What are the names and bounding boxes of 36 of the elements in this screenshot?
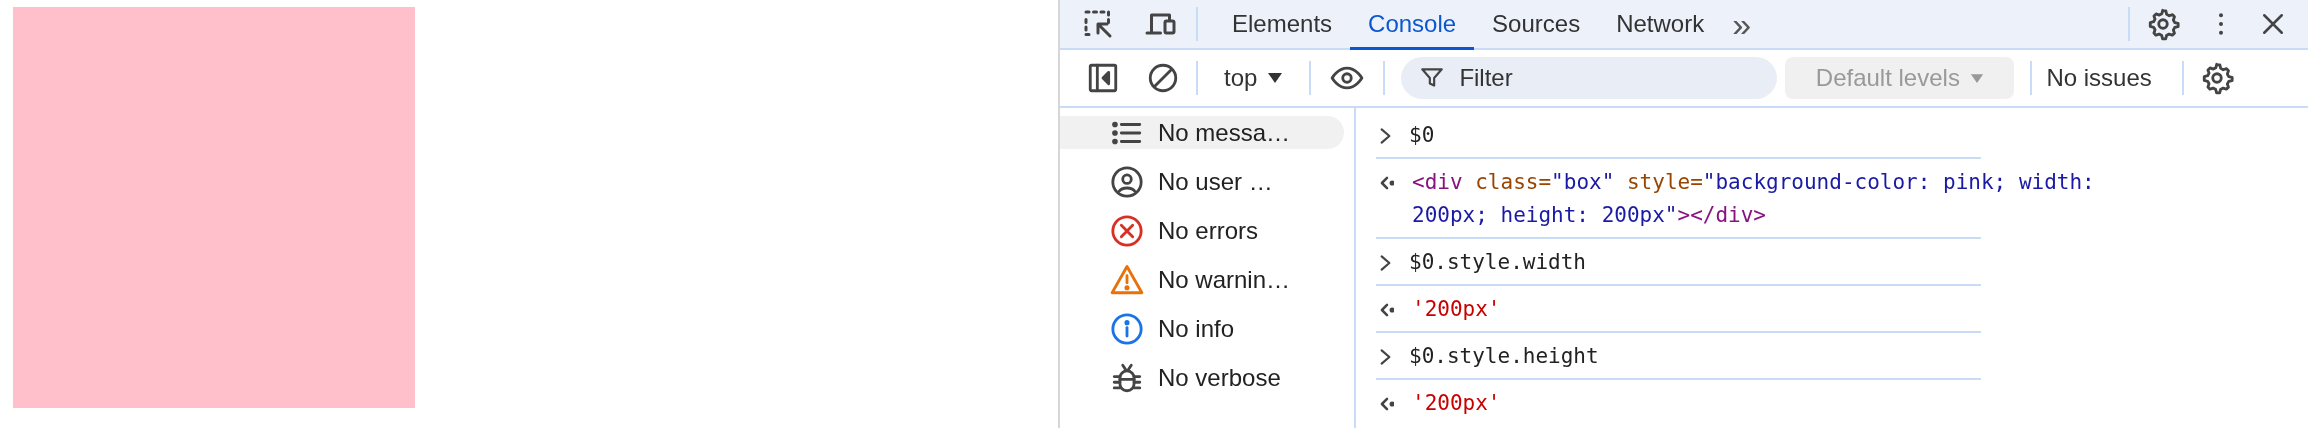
sidebar-item[interactable]: No warnin… <box>1060 263 1344 296</box>
prompt-icon <box>1380 127 1391 145</box>
console-command: $0.style.height <box>1409 343 1600 370</box>
caret-icon <box>1969 72 1984 84</box>
issues-count[interactable]: No issues <box>2032 60 2166 96</box>
sidebar-item[interactable]: No messa… <box>1060 116 1344 149</box>
console-command: $0.style.width <box>1409 249 1587 276</box>
console-result: '200px' <box>1412 390 1502 417</box>
console-result: '200px' <box>1412 296 1502 323</box>
settings-icon[interactable] <box>2146 7 2180 41</box>
result-icon <box>1380 176 1394 190</box>
sidebar-toggle-icon[interactable] <box>1086 61 1120 95</box>
console-command: $0 <box>1409 122 1436 149</box>
more-tabs-button[interactable]: » <box>1722 0 1762 48</box>
prompt-icon <box>1380 254 1391 272</box>
sidebar-item[interactable]: No errors <box>1060 214 1344 247</box>
result-icon <box>1380 303 1394 317</box>
clear-icon[interactable] <box>1146 61 1180 95</box>
sidebar-item[interactable]: No info <box>1060 312 1344 345</box>
error-icon <box>1110 213 1144 248</box>
console-result: <div class="box" style="background-color: pink; width: <box>1412 169 2095 196</box>
caret-icon <box>1267 72 1284 84</box>
tab[interactable]: Sources <box>1474 0 1599 50</box>
context-dropdown[interactable]: top <box>1214 60 1294 96</box>
tab[interactable]: Network <box>1598 0 1723 50</box>
warning-icon <box>1110 262 1144 297</box>
info-icon <box>1110 311 1144 346</box>
result-icon <box>1380 397 1394 411</box>
sidebar-item[interactable]: No user … <box>1060 165 1344 198</box>
filter-field[interactable]: Filter <box>1401 57 1778 99</box>
console-result: 200px; height: 200px"></div> <box>1412 202 1768 229</box>
tab[interactable]: Console <box>1350 0 1475 50</box>
user-icon <box>1110 164 1144 199</box>
prompt-icon <box>1380 348 1391 366</box>
tab[interactable]: Elements <box>1214 0 1351 50</box>
sidebar-item[interactable]: No verbose <box>1060 361 1344 394</box>
